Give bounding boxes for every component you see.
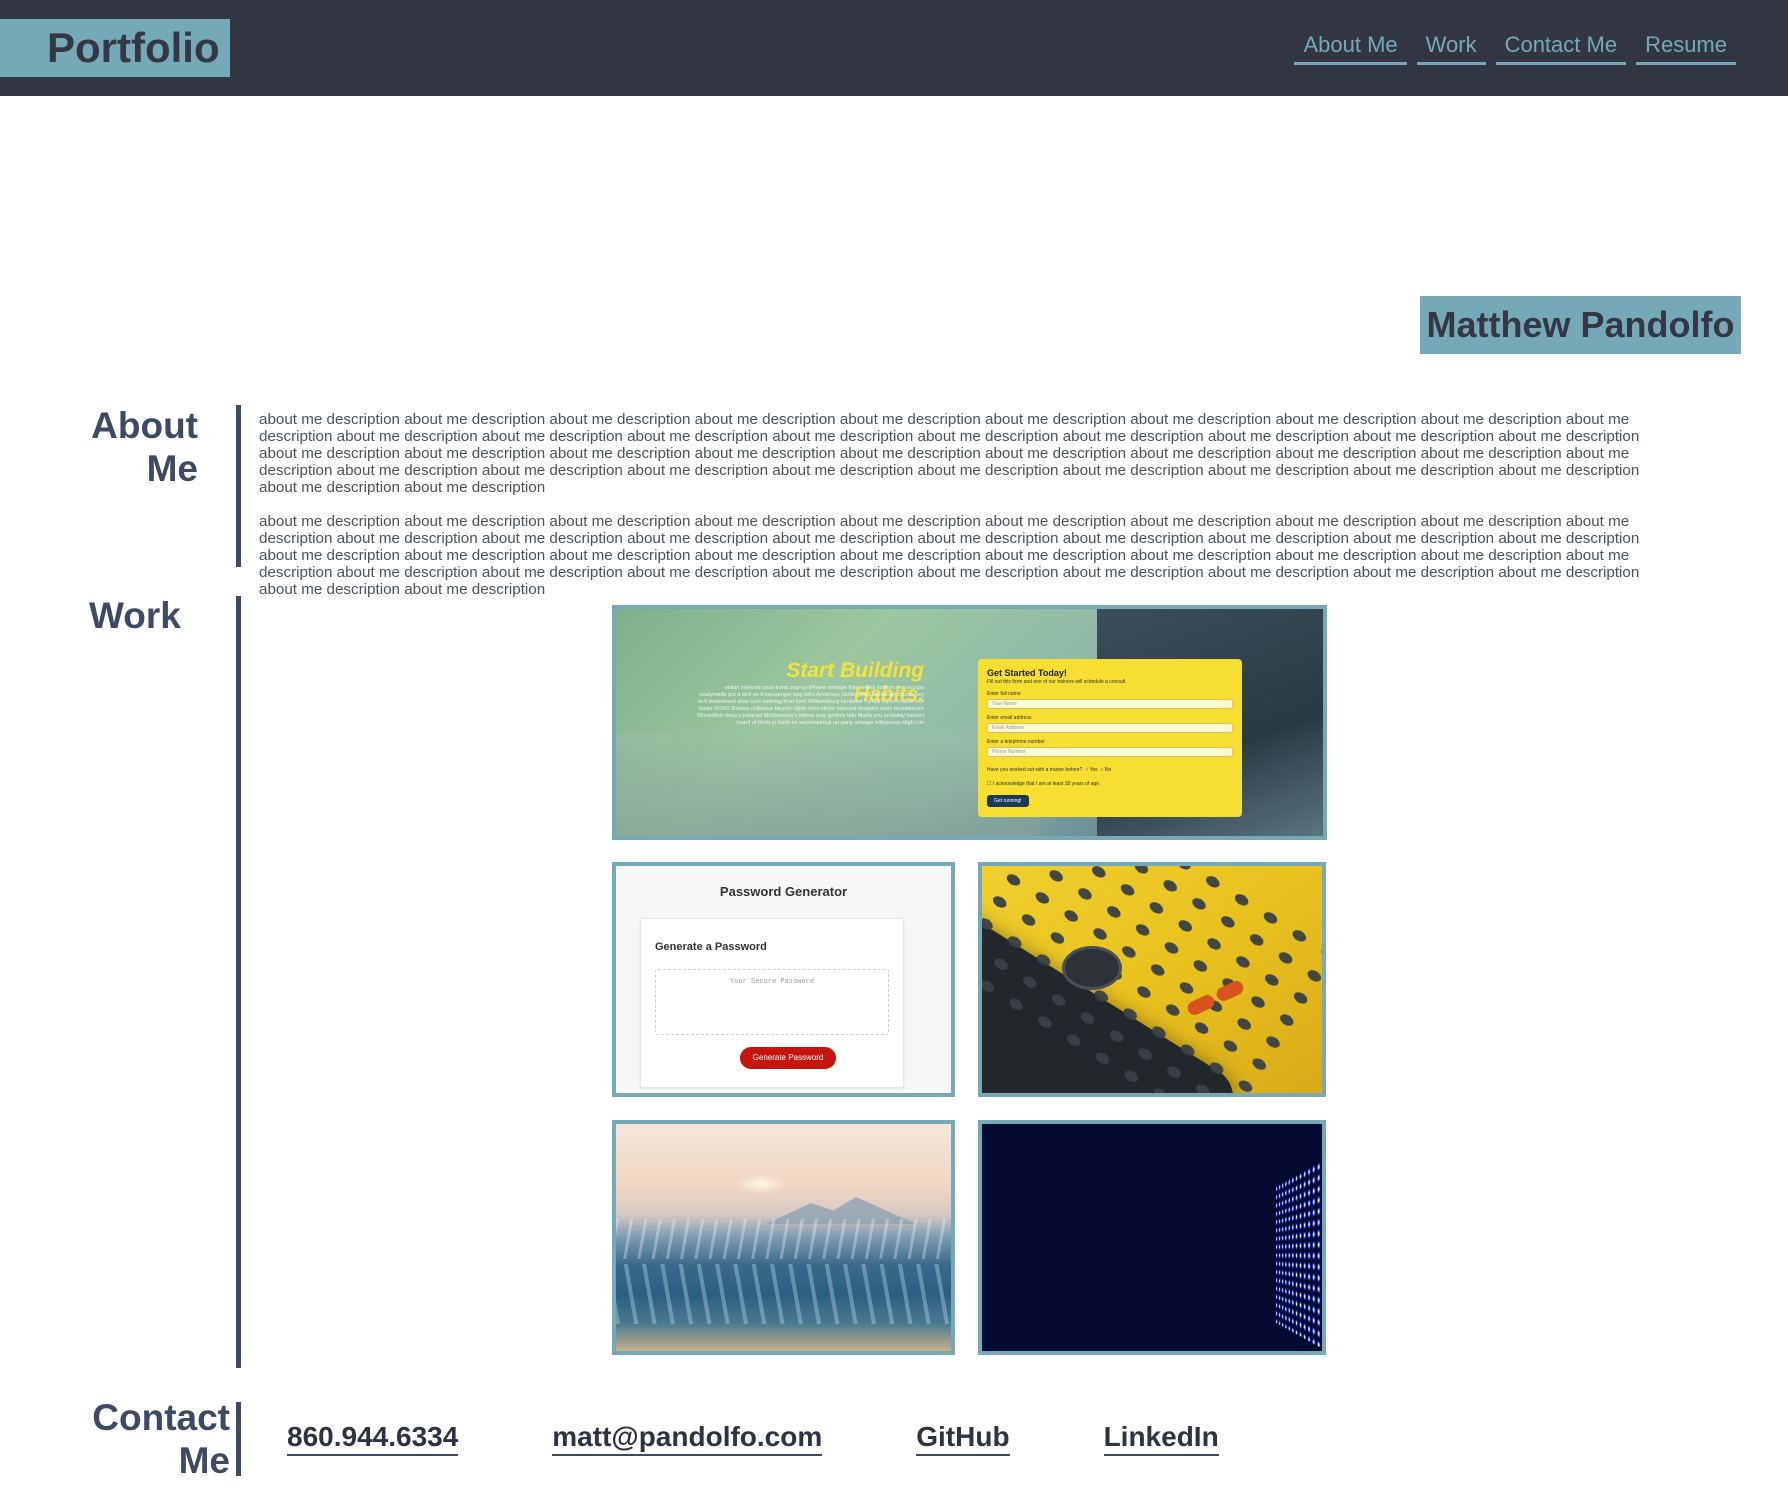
- site-header: Portfolio About Me Work Contact Me Resum…: [0, 0, 1788, 96]
- checkbox-icon[interactable]: ☐: [987, 781, 991, 787]
- age-acknowledge: ☐ I acknowledge that I am at least 18 ye…: [987, 781, 1233, 787]
- project-card-led-lights[interactable]: [978, 1120, 1326, 1355]
- name-field[interactable]: Your Name: [987, 699, 1233, 709]
- calculator-dpad: [1062, 946, 1122, 990]
- sun-glow: [736, 1174, 786, 1194]
- project-card-ocean[interactable]: [612, 1120, 955, 1355]
- nav-work[interactable]: Work: [1417, 30, 1486, 65]
- about-paragraph-2: about me description about me descriptio…: [259, 513, 1679, 598]
- password-subtitle: Generate a Password: [655, 941, 767, 953]
- email-label: Enter email address: [987, 715, 1233, 721]
- about-heading: About Me: [60, 404, 198, 490]
- nav-about-me[interactable]: About Me: [1294, 30, 1406, 65]
- name-label: Enter full name: [987, 691, 1233, 697]
- github-link[interactable]: GitHub: [916, 1421, 1009, 1456]
- email-link[interactable]: matt@pandolfo.com: [552, 1421, 822, 1456]
- project-card-password-generator[interactable]: Password Generator Generate a Password Y…: [612, 862, 955, 1097]
- about-paragraph-1: about me description about me descriptio…: [259, 411, 1679, 496]
- work-divider: [236, 596, 241, 1368]
- main-nav: About Me Work Contact Me Resume: [1294, 30, 1736, 65]
- about-heading-line2: Me: [60, 447, 198, 490]
- signup-form: Get Started Today! Fill out this form an…: [978, 659, 1242, 817]
- password-output[interactable]: Your Secure Password: [655, 969, 889, 1035]
- contact-heading-line1: Contact: [70, 1396, 230, 1439]
- trainer-question: Have you worked out with a trainer befor…: [987, 767, 1233, 773]
- trainer-question-text: Have you worked out with a trainer befor…: [987, 767, 1082, 773]
- form-subtitle: Fill out this form and one of our traine…: [987, 679, 1233, 685]
- phone-label: Enter a telephone number: [987, 739, 1233, 745]
- get-running-button[interactable]: Get running!: [987, 795, 1029, 807]
- project-card-habits[interactable]: Start Building Habits. seitan heirloom p…: [612, 605, 1327, 840]
- generate-password-button[interactable]: Generate Password: [740, 1047, 836, 1069]
- work-heading: Work: [89, 594, 181, 637]
- contact-heading: Contact Me: [70, 1396, 230, 1482]
- email-field[interactable]: Email Address: [987, 723, 1233, 733]
- radio-yes-icon[interactable]: ○: [1084, 767, 1088, 773]
- contact-divider: [236, 1402, 241, 1476]
- about-description: about me description about me descriptio…: [259, 411, 1679, 615]
- contact-links: 860.944.6334 matt@pandolfo.com GitHub Li…: [287, 1421, 1219, 1456]
- habits-blurb: seitan heirloom post-ironic pop-up iPhon…: [696, 685, 924, 727]
- radio-yes-label: Yes: [1089, 767, 1097, 773]
- form-title: Get Started Today!: [987, 668, 1233, 678]
- linkedin-link[interactable]: LinkedIn: [1104, 1421, 1219, 1456]
- about-heading-line1: About: [60, 404, 198, 447]
- nav-contact-me[interactable]: Contact Me: [1496, 30, 1627, 65]
- site-logo[interactable]: Portfolio: [0, 19, 230, 77]
- age-acknowledge-text: I acknowledge that I am at least 18 year…: [993, 781, 1099, 787]
- led-dots: [1275, 1120, 1326, 1355]
- wave-layer: [616, 1264, 951, 1324]
- radio-no-label: No: [1105, 767, 1111, 773]
- phone-field[interactable]: Phone Number: [987, 747, 1233, 757]
- nav-resume[interactable]: Resume: [1636, 30, 1736, 65]
- led-fade: [982, 1124, 1152, 1351]
- hero-name: Matthew Pandolfo: [1420, 296, 1741, 354]
- phone-link[interactable]: 860.944.6334: [287, 1421, 458, 1456]
- project-card-calculator[interactable]: [978, 862, 1326, 1097]
- password-panel: Generate a Password Your Secure Password…: [640, 918, 904, 1088]
- radio-no-icon[interactable]: ○: [1099, 767, 1103, 773]
- road-background: [616, 734, 1040, 836]
- about-divider: [236, 405, 241, 567]
- password-title: Password Generator: [616, 884, 951, 899]
- wave-layer: [616, 1219, 951, 1259]
- contact-heading-line2: Me: [70, 1439, 230, 1482]
